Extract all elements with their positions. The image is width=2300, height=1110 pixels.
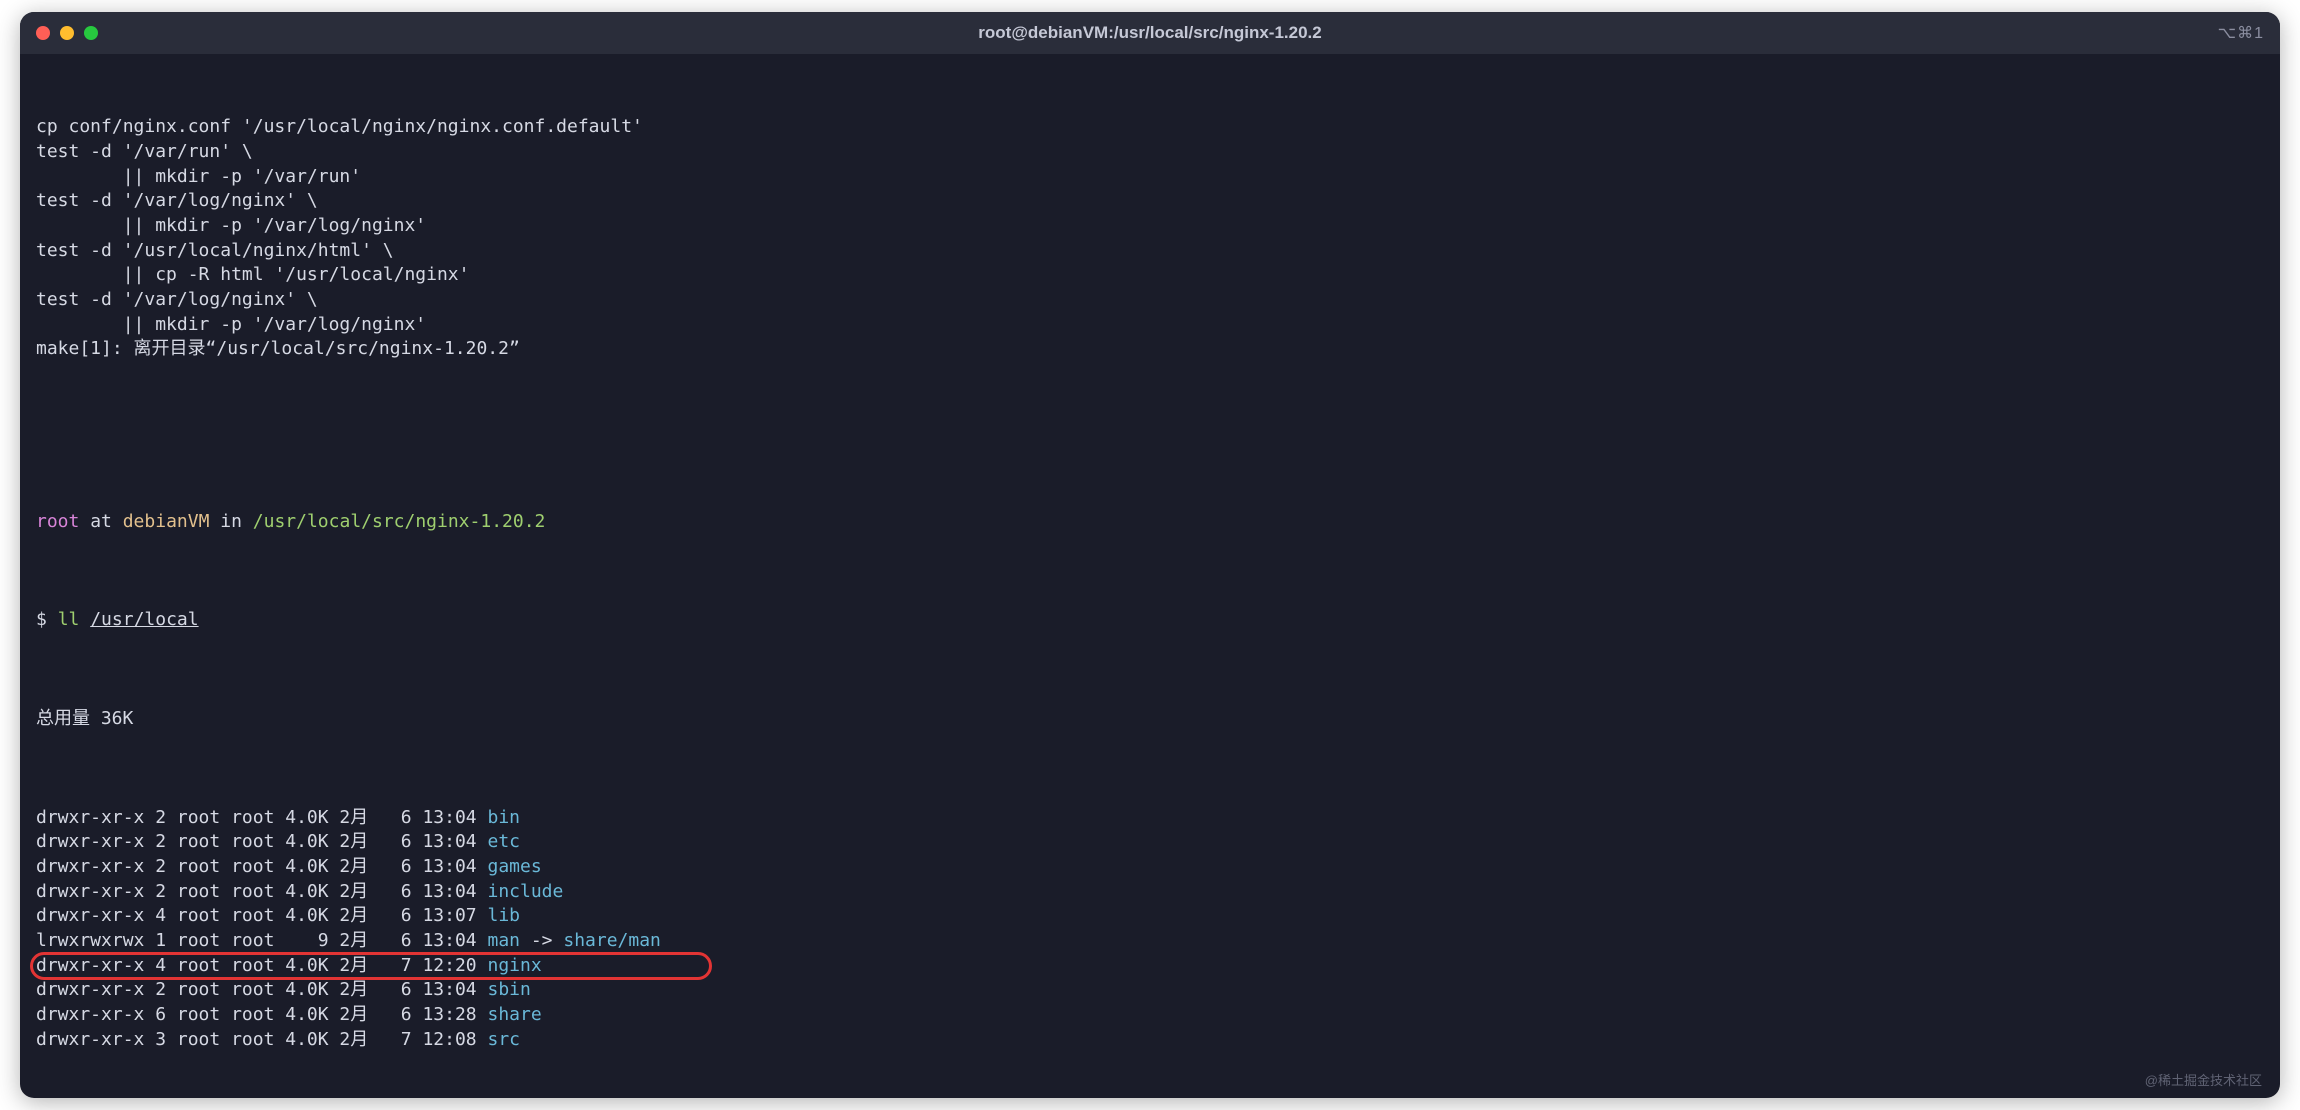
command-arg: /usr/local bbox=[90, 609, 198, 630]
output-line: test -d '/usr/local/nginx/html' \ bbox=[36, 239, 2264, 264]
window-controls bbox=[36, 26, 98, 40]
command-name: ll bbox=[58, 609, 80, 630]
ls-row: drwxr-xr-x 3 root root 4.0K 2月 7 12:08 s… bbox=[36, 1028, 2264, 1053]
minimize-icon[interactable] bbox=[60, 26, 74, 40]
ls-row: drwxr-xr-x 2 root root 4.0K 2月 6 13:04 i… bbox=[36, 880, 2264, 905]
close-icon[interactable] bbox=[36, 26, 50, 40]
ls-row: drwxr-xr-x 2 root root 4.0K 2月 6 13:04 g… bbox=[36, 855, 2264, 880]
ls-row: drwxr-xr-x 2 root root 4.0K 2月 6 13:04 s… bbox=[36, 978, 2264, 1003]
output-line: || mkdir -p '/var/log/nginx' bbox=[36, 214, 2264, 239]
ls-entry-name: man bbox=[487, 930, 520, 951]
ls-row: drwxr-xr-x 2 root root 4.0K 2月 6 13:04 b… bbox=[36, 806, 2264, 831]
ls-row: drwxr-xr-x 2 root root 4.0K 2月 6 13:04 e… bbox=[36, 830, 2264, 855]
ls-entry-name: nginx bbox=[487, 955, 541, 976]
ls-entry-name: etc bbox=[487, 831, 520, 852]
prompt-line: root at debianVM in /usr/local/src/nginx… bbox=[36, 510, 2264, 535]
output-line: cp conf/nginx.conf '/usr/local/nginx/ngi… bbox=[36, 115, 2264, 140]
ls-row: drwxr-xr-x 6 root root 4.0K 2月 6 13:28 s… bbox=[36, 1003, 2264, 1028]
ls-link-target: share/man bbox=[563, 930, 661, 951]
terminal-body[interactable]: cp conf/nginx.conf '/usr/local/nginx/ngi… bbox=[20, 54, 2280, 1098]
zoom-icon[interactable] bbox=[84, 26, 98, 40]
ls-entry-name: bin bbox=[487, 807, 520, 828]
output-line: test -d '/var/log/nginx' \ bbox=[36, 288, 2264, 313]
output-line: test -d '/var/log/nginx' \ bbox=[36, 189, 2264, 214]
ls-listing: drwxr-xr-x 2 root root 4.0K 2月 6 13:04 b… bbox=[36, 806, 2264, 1053]
output-line: || mkdir -p '/var/run' bbox=[36, 165, 2264, 190]
command-line: $ ll /usr/local bbox=[36, 608, 2264, 633]
titlebar: root@debianVM:/usr/local/src/nginx-1.20.… bbox=[20, 12, 2280, 54]
ls-entry-name: sbin bbox=[487, 979, 530, 1000]
output-line: || cp -R html '/usr/local/nginx' bbox=[36, 263, 2264, 288]
output-line: make[1]: 离开目录“/usr/local/src/nginx-1.20.… bbox=[36, 337, 2264, 362]
window-title: root@debianVM:/usr/local/src/nginx-1.20.… bbox=[20, 23, 2280, 43]
ls-total: 总用量 36K bbox=[36, 707, 2264, 732]
output-line: test -d '/var/run' \ bbox=[36, 140, 2264, 165]
prompt-path: /usr/local/src/nginx-1.20.2 bbox=[253, 511, 546, 532]
ls-entry-name: share bbox=[487, 1004, 541, 1025]
ls-row: lrwxrwxrwx 1 root root 9 2月 6 13:04 man … bbox=[36, 929, 2264, 954]
ls-entry-name: games bbox=[487, 856, 541, 877]
terminal-window: root@debianVM:/usr/local/src/nginx-1.20.… bbox=[20, 12, 2280, 1098]
prompt-host: debianVM bbox=[123, 511, 210, 532]
ls-entry-name: src bbox=[487, 1029, 520, 1050]
ls-row: drwxr-xr-x 4 root root 4.0K 2月 7 12:20 n… bbox=[36, 954, 2264, 979]
build-output: cp conf/nginx.conf '/usr/local/nginx/ngi… bbox=[36, 115, 2264, 362]
tab-shortcut-hint: ⌥⌘1 bbox=[2218, 23, 2264, 43]
ls-entry-name: include bbox=[487, 881, 563, 902]
output-line: || mkdir -p '/var/log/nginx' bbox=[36, 313, 2264, 338]
ls-entry-name: lib bbox=[487, 905, 520, 926]
watermark: @稀土掘金技术社区 bbox=[2145, 1072, 2262, 1090]
prompt-user: root bbox=[36, 511, 79, 532]
ls-row: drwxr-xr-x 4 root root 4.0K 2月 6 13:07 l… bbox=[36, 904, 2264, 929]
